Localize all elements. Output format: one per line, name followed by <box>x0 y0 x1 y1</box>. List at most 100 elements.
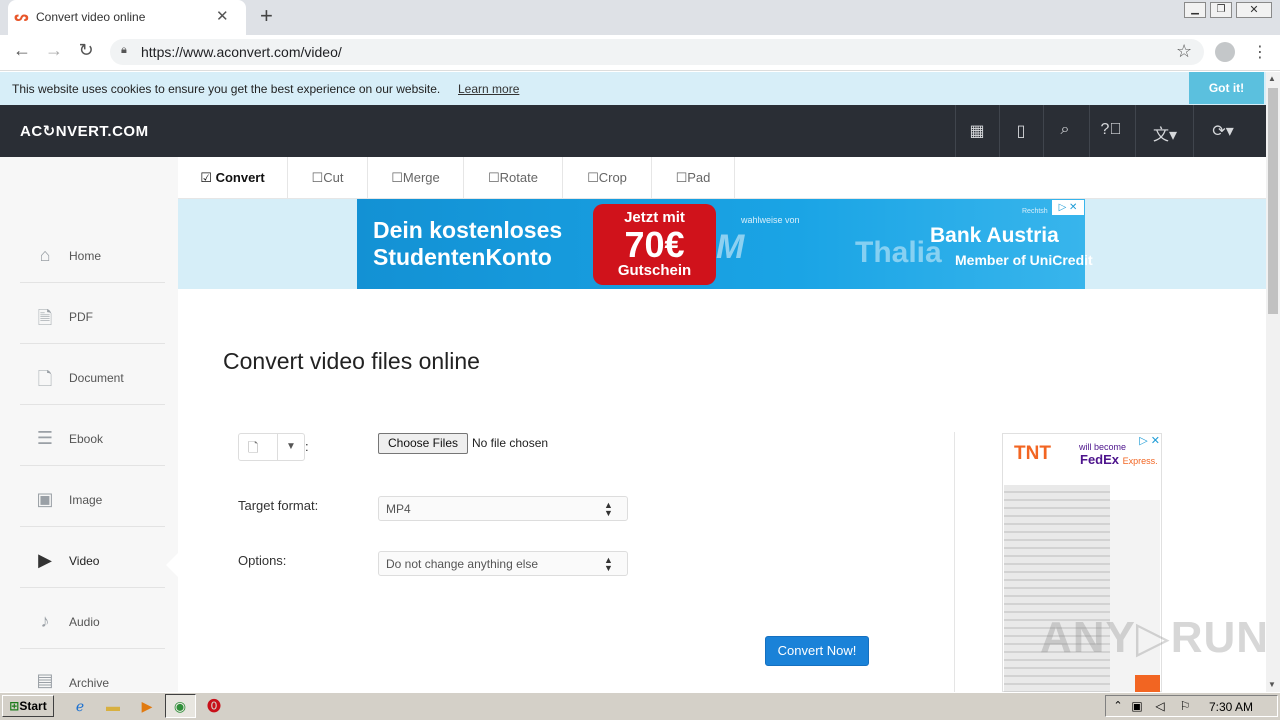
back-arrow-icon[interactable]: ← <box>10 40 34 61</box>
checkbox-icon: ☐ <box>311 170 324 185</box>
refresh-dropdown-icon[interactable]: ⟳▾ <box>1200 121 1246 141</box>
choose-files-button[interactable]: Choose Files <box>378 433 468 454</box>
start-button[interactable]: ⊞Start <box>2 695 54 717</box>
sidebar-item-label[interactable]: Archive <box>69 676 109 690</box>
tab-rotate[interactable]: ☐Rotate <box>464 157 563 199</box>
tab-cut[interactable]: ☐Cut <box>288 157 368 199</box>
checked-box-icon: ☑ <box>200 170 216 185</box>
ad-badge-amount: 70€ <box>624 224 685 265</box>
scrollbar-thumb[interactable] <box>1268 88 1278 314</box>
tab-close-icon[interactable]: ✕ <box>216 7 229 25</box>
scroll-down-arrow-icon[interactable]: ▼ <box>1268 680 1276 689</box>
volume-icon[interactable]: ◁ <box>1151 697 1169 715</box>
folder-icon[interactable]: ▬ <box>104 697 122 715</box>
search-icon[interactable]: ⌕ <box>1045 121 1085 139</box>
taskbar-clock: 7:30 AM <box>1209 700 1254 714</box>
checkbox-icon: ☐ <box>488 170 500 185</box>
cookie-learn-more-link[interactable]: Learn more <box>458 82 519 96</box>
target-format-label: Target format: <box>238 498 319 513</box>
content-divider <box>954 432 955 692</box>
windows-logo-icon: ⊞ <box>9 699 20 713</box>
header-separator <box>1089 105 1090 157</box>
ie-icon[interactable]: ℯ <box>71 697 89 715</box>
scroll-up-arrow-icon[interactable]: ▲ <box>1268 74 1276 83</box>
target-format-select[interactable] <box>378 496 628 521</box>
bookmark-icon[interactable]: ▯ <box>1001 121 1041 141</box>
ad-member-text: Member of UniCredit <box>955 252 1093 268</box>
file-status-text: No file chosen <box>472 436 549 450</box>
language-dropdown-icon[interactable]: 文▾ <box>1142 121 1188 145</box>
select-arrows-icon[interactable]: ▲ ▼ <box>604 501 613 518</box>
tab-label: Merge <box>402 170 440 185</box>
window-minimize-button[interactable]: ▁ <box>1184 2 1206 18</box>
tab-pad[interactable]: ☐Pad <box>652 157 735 199</box>
browser-menu-icon[interactable]: ⋮ <box>1252 42 1268 62</box>
ad-bank-name: Bank Austria <box>930 224 1059 247</box>
media-player-icon[interactable]: ▶ <box>138 697 156 715</box>
bookmark-star-icon[interactable]: ☆ <box>1176 41 1192 62</box>
tray-expand-icon[interactable]: ⌃ <box>1109 697 1127 715</box>
file-label: : <box>305 439 309 454</box>
window-close-button[interactable]: ✕ <box>1236 2 1272 18</box>
profile-avatar-icon[interactable] <box>1215 42 1235 62</box>
active-indicator-arrow <box>166 553 178 577</box>
sidebar-item-label[interactable]: Home <box>69 249 101 263</box>
ad-accent-strip <box>1135 675 1160 692</box>
checkbox-icon: ☐ <box>675 170 688 185</box>
window-maximize-button[interactable]: ❐ <box>1210 2 1232 18</box>
warning-app-icon[interactable]: ⓿ <box>205 697 223 715</box>
file-icon[interactable]: 🗋︎ <box>248 439 258 461</box>
sidebar-item-label[interactable]: PDF <box>69 310 93 324</box>
reload-icon[interactable]: ↻ <box>74 40 98 61</box>
tab-merge[interactable]: ☐Merge <box>368 157 464 199</box>
sidebar-item-label[interactable]: Document <box>69 371 124 385</box>
forward-arrow-icon[interactable]: → <box>42 40 66 61</box>
select-arrows-icon[interactable]: ▲ ▼ <box>604 556 613 573</box>
header-separator <box>1135 105 1136 157</box>
apps-grid-icon[interactable]: ▦ <box>957 121 997 141</box>
tab-convert[interactable]: ☑ Convert <box>178 157 288 199</box>
sidebar-item-label[interactable]: Image <box>69 493 102 507</box>
anyrun-watermark: ANY▷RUN <box>1040 613 1270 662</box>
sidebar-item-label[interactable]: Ebook <box>69 432 103 446</box>
checkbox-icon: ☐ <box>587 170 599 185</box>
lock-icon[interactable]: 🔒︎ <box>121 44 131 58</box>
ad-fedex-logo: FedEx Express. <box>1080 452 1158 467</box>
site-logo[interactable]: AC↻NVERT.COM <box>20 122 149 140</box>
sidebar-item-label[interactable]: Video <box>69 554 99 568</box>
adchoices-icon[interactable]: ▷ ✕ <box>1130 434 1160 448</box>
ad-headline-line: StudentenKonto <box>373 244 552 270</box>
header-separator <box>1193 105 1194 157</box>
tab-label: Rotate <box>499 170 538 185</box>
network-icon[interactable]: ▣ <box>1128 697 1146 715</box>
convert-now-button[interactable]: Convert Now! <box>765 636 869 666</box>
url-text[interactable]: https://www.aconvert.com/video/ <box>141 44 342 60</box>
ad-small-text: Rechtsh <box>1022 208 1048 215</box>
new-tab-icon[interactable]: + <box>260 3 273 29</box>
ad-fedex-suffix: Express. <box>1122 456 1158 466</box>
flag-icon[interactable]: ⚐ <box>1176 697 1194 715</box>
ad-small-text: wahlweise von <box>741 215 800 225</box>
checkbox-icon: ☐ <box>391 170 403 185</box>
page-title: Convert video files online <box>223 348 480 374</box>
archive-icon: ▤ <box>36 670 54 690</box>
cookie-accept-button[interactable]: Got it! <box>1189 72 1264 104</box>
site-favicon-icon: ᔕ <box>14 9 29 24</box>
ebook-icon: ☰ <box>36 428 54 448</box>
ad-badge-text: Gutschein <box>617 262 692 279</box>
chrome-icon[interactable]: ◉ <box>171 697 189 715</box>
ad-building-image <box>1110 500 1160 692</box>
browser-tab-title: Convert video online <box>36 10 146 24</box>
help-icon[interactable]: ?⃝ <box>1091 121 1131 139</box>
tab-crop[interactable]: ☐Crop <box>563 157 652 199</box>
target-format-value[interactable]: MP4 <box>386 502 411 516</box>
tab-label: Convert <box>215 170 265 185</box>
caret-down-icon[interactable]: ▼ <box>286 441 296 452</box>
home-icon: ⌂ <box>39 245 51 265</box>
ad-tnt-logo: TNT <box>1014 443 1051 464</box>
adchoices-icon[interactable]: ▷ ✕ <box>1052 200 1084 215</box>
ad-headline-line: Dein kostenloses <box>373 217 563 243</box>
options-value[interactable]: Do not change anything else <box>386 557 538 571</box>
sidebar-item-label[interactable]: Audio <box>69 615 100 629</box>
ad-hm-logo: M <box>716 228 745 266</box>
